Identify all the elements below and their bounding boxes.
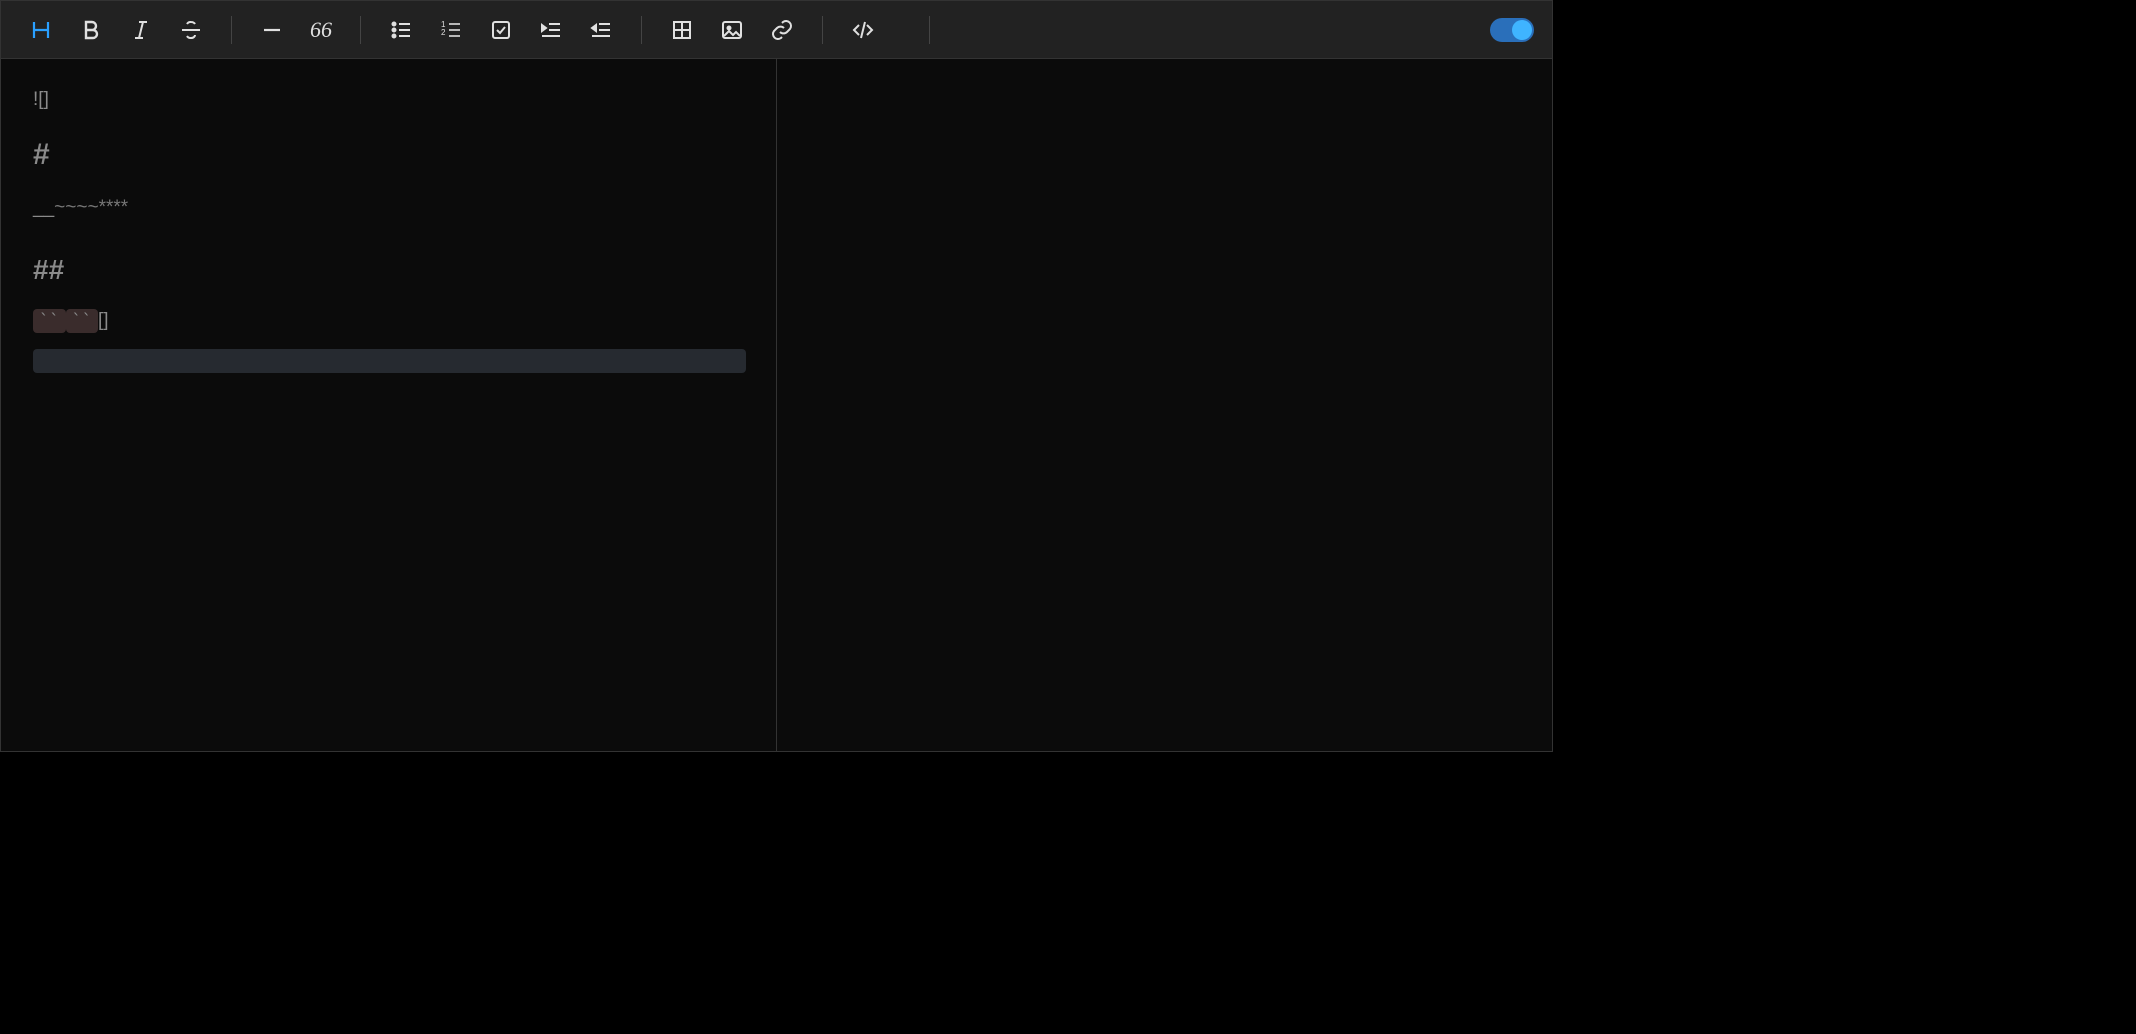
editor-split: ![] # __~~~~**** ## ````[] — [1, 59, 1552, 751]
editor-app: 66 12 — [0, 0, 1553, 752]
md-codeblock — [33, 349, 746, 373]
ul-button[interactable] — [379, 8, 423, 52]
outdent-button[interactable] — [579, 8, 623, 52]
strike-button[interactable] — [169, 8, 213, 52]
link-button[interactable] — [760, 8, 804, 52]
image-button[interactable] — [710, 8, 754, 52]
toolbar-separator — [360, 16, 361, 44]
codeblock-button[interactable] — [841, 8, 885, 52]
toolbar-separator — [929, 16, 930, 44]
markdown-source-pane[interactable]: ![] # __~~~~**** ## ````[] — [1, 59, 777, 751]
indent-button[interactable] — [529, 8, 573, 52]
md-image-line: ![] — [33, 85, 746, 114]
task-button[interactable] — [479, 8, 523, 52]
md-h1: # — [33, 132, 746, 179]
toolbar: 66 12 — [1, 1, 1552, 59]
heading-button[interactable] — [19, 8, 63, 52]
md-paragraph: ````[] — [33, 306, 746, 335]
bold-button[interactable] — [69, 8, 113, 52]
quote-button[interactable]: 66 — [300, 17, 342, 43]
ol-button[interactable]: 12 — [429, 8, 473, 52]
toolbar-separator — [231, 16, 232, 44]
md-paragraph: __~~~~**** — [33, 193, 746, 222]
italic-button[interactable] — [119, 8, 163, 52]
svg-text:2: 2 — [441, 28, 446, 37]
hr-button[interactable] — [250, 8, 294, 52]
table-button[interactable] — [660, 8, 704, 52]
scroll-toggle[interactable] — [1490, 18, 1534, 42]
md-h2: ## — [33, 248, 746, 291]
toolbar-separator — [822, 16, 823, 44]
scroll-sync-group — [1478, 18, 1534, 42]
toolbar-separator — [641, 16, 642, 44]
